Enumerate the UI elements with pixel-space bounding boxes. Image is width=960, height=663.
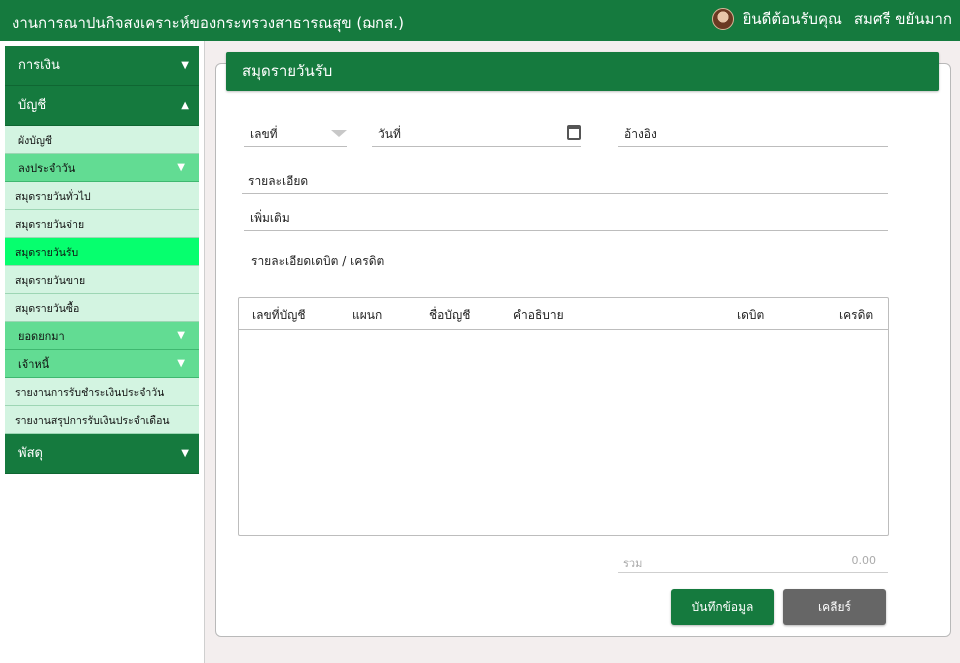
page-title: สมุดรายวันรับ bbox=[226, 52, 939, 91]
welcome-text: ยินดีต้อนรับคุณ bbox=[742, 10, 842, 28]
chevron-down-icon: ▼ bbox=[177, 358, 185, 369]
column-header-description[interactable]: คำอธิบาย bbox=[513, 306, 564, 325]
sidebar-item-report-monthly-receipt[interactable]: รายงานสรุปการรับเงินประจำเดือน bbox=[5, 406, 199, 434]
save-button[interactable]: บันทึกข้อมูล bbox=[671, 589, 774, 625]
sidebar-item-journal-purchase[interactable]: สมุดรายวันซื้อ bbox=[5, 294, 199, 322]
chevron-down-icon: ▼ bbox=[177, 330, 185, 341]
total-row: รวม 0.00 bbox=[618, 549, 888, 573]
chevron-down-icon: ▼ bbox=[181, 60, 189, 71]
reference-field[interactable] bbox=[618, 122, 888, 147]
sidebar-item-finance[interactable]: การเงิน ▼ bbox=[5, 46, 199, 86]
sidebar-item-balance-forward[interactable]: ยอดยกมา ▼ bbox=[5, 322, 199, 350]
column-header-department[interactable]: แผนก bbox=[352, 306, 382, 325]
app-title: งานการณาปนกิจสงเคราะห์ของกระทรวงสาธารณสุ… bbox=[12, 14, 404, 32]
sidebar-item-label: ยอดยกมา bbox=[18, 330, 65, 343]
user-box[interactable]: ยินดีต้อนรับคุณ สมศรี ขยันมาก bbox=[711, 7, 952, 31]
total-label: รวม bbox=[623, 557, 643, 570]
column-header-account-name[interactable]: ชื่อบัญชี bbox=[429, 306, 470, 325]
chevron-up-icon: ▲ bbox=[181, 100, 189, 111]
sidebar-item-label: พัสดุ bbox=[18, 446, 43, 461]
sidebar-item-label: ลงประจำวัน bbox=[18, 162, 76, 175]
debit-credit-section-title: รายละเอียดเดบิต / เครดิต bbox=[251, 254, 385, 268]
column-header-account-no[interactable]: เลขที่บัญชี bbox=[252, 306, 306, 325]
sidebar-item-journal-sales[interactable]: สมุดรายวันขาย bbox=[5, 266, 199, 294]
chevron-down-icon: ▼ bbox=[181, 448, 189, 459]
date-input[interactable] bbox=[372, 122, 581, 146]
sidebar-item-report-daily-receipt[interactable]: รายงานการรับชำระเงินประจำวัน bbox=[5, 378, 199, 406]
detail-input[interactable] bbox=[242, 169, 888, 193]
chevron-down-icon: ▼ bbox=[177, 162, 185, 173]
additional-field[interactable] bbox=[244, 205, 888, 231]
sidebar-item-daily-entry[interactable]: ลงประจำวัน ▼ bbox=[5, 154, 199, 182]
chevron-down-icon[interactable] bbox=[331, 130, 347, 137]
sidebar-item-supplies[interactable]: พัสดุ ▼ bbox=[5, 434, 199, 474]
user-name: สมศรี ขยันมาก bbox=[853, 10, 952, 28]
sidebar-item-chart-of-accounts[interactable]: ผังบัญชี bbox=[5, 126, 199, 154]
reference-input[interactable] bbox=[618, 122, 888, 146]
calendar-icon[interactable] bbox=[567, 125, 581, 140]
debit-credit-table[interactable]: เลขที่บัญชี แผนก ชื่อบัญชี คำอธิบาย เดบิ… bbox=[238, 297, 889, 536]
column-header-credit[interactable]: เครดิต bbox=[839, 306, 873, 325]
table-header: เลขที่บัญชี แผนก ชื่อบัญชี คำอธิบาย เดบิ… bbox=[239, 298, 888, 330]
total-value: 0.00 bbox=[851, 554, 877, 567]
top-bar: งานการณาปนกิจสงเคราะห์ของกระทรวงสาธารณสุ… bbox=[0, 0, 960, 41]
additional-input[interactable] bbox=[244, 205, 888, 230]
doc-no-select[interactable] bbox=[244, 122, 347, 147]
date-field[interactable] bbox=[372, 122, 581, 147]
column-header-debit[interactable]: เดบิต bbox=[737, 306, 764, 325]
avatar[interactable] bbox=[711, 8, 734, 30]
detail-field[interactable] bbox=[242, 169, 888, 194]
sidebar-item-label: บัญชี bbox=[18, 98, 47, 113]
sidebar-item-journal-receipt[interactable]: สมุดรายวันรับ bbox=[5, 238, 199, 266]
sidebar: การเงิน ▼ บัญชี ▲ ผังบัญชี ลงประจำวัน ▼ … bbox=[5, 46, 199, 474]
sidebar-item-label: การเงิน bbox=[18, 58, 60, 73]
sidebar-item-creditor[interactable]: เจ้าหนี้ ▼ bbox=[5, 350, 199, 378]
sidebar-item-accounting[interactable]: บัญชี ▲ bbox=[5, 86, 199, 126]
sidebar-item-journal-payment[interactable]: สมุดรายวันจ่าย bbox=[5, 210, 199, 238]
sidebar-item-journal-general[interactable]: สมุดรายวันทั่วไป bbox=[5, 182, 199, 210]
sidebar-item-label: เจ้าหนี้ bbox=[18, 358, 50, 371]
clear-button[interactable]: เคลียร์ bbox=[783, 589, 886, 625]
